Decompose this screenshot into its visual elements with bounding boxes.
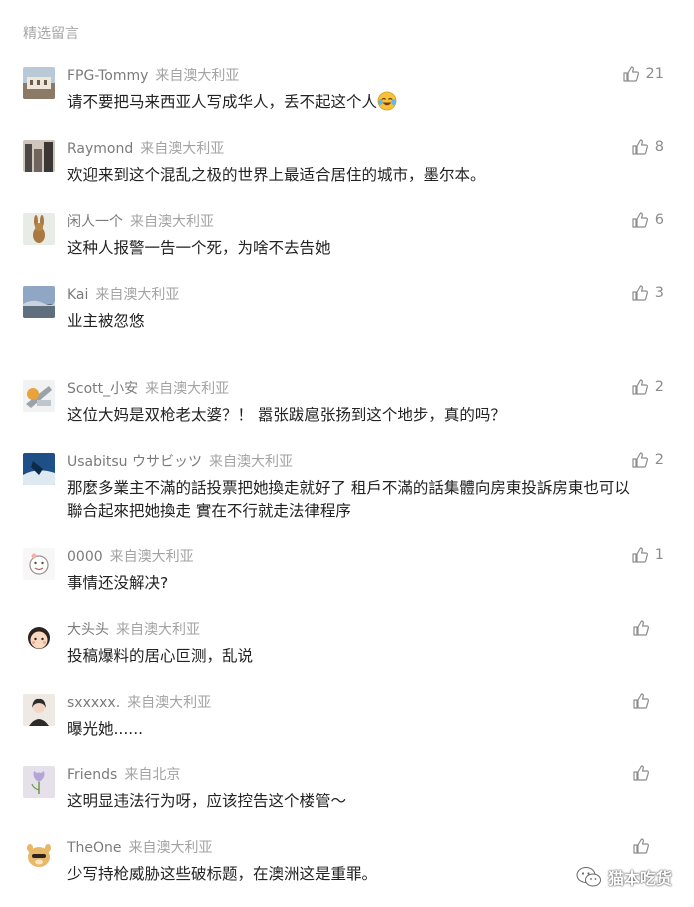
thumbs-up-icon	[633, 693, 649, 709]
region-label: 来自澳大利亚	[140, 141, 225, 157]
comment-text: 这位大妈是双枪老太婆？！ 嚣张跋扈张扬到这个地步，真的吗？	[67, 406, 506, 424]
comment-meta: Scott_小安 来自澳大利亚	[67, 380, 229, 398]
nickname[interactable]: Usabitsu ウサビッツ	[67, 454, 202, 470]
comment-meta: FPG-Tommy 来自澳大利亚	[67, 67, 239, 85]
like-button[interactable]	[632, 692, 664, 710]
comment-text: 欢迎来到这个混乱之极的世界上最适合居住的城市，墨尔本。	[67, 166, 486, 184]
thumbs-up-icon	[632, 212, 648, 228]
thumbs-up-icon	[633, 765, 649, 781]
laughing-crying-emoji-icon	[377, 91, 397, 111]
avatar[interactable]	[23, 140, 55, 172]
avatar[interactable]	[23, 548, 55, 580]
thumbs-up-icon	[633, 838, 649, 854]
region-label: 来自澳大利亚	[130, 214, 214, 230]
comment-text-line: 那麼多業主不滿的話投票把她換走就好了 租戶不滿的話集體向房東投訴房東也可以	[67, 479, 630, 497]
avatar[interactable]	[23, 286, 55, 318]
nickname[interactable]: 闲人一个	[67, 214, 123, 230]
comment-text: 事情还没解决?	[67, 574, 169, 592]
comment-meta: Friends 来自北京	[67, 766, 180, 784]
avatar[interactable]	[23, 380, 55, 412]
like-button[interactable]: 2	[631, 378, 664, 396]
region-label: 来自澳大利亚	[95, 287, 180, 303]
watermark: 猫本吃货	[576, 865, 672, 889]
like-button[interactable]: 6	[631, 211, 664, 229]
like-count: 2	[654, 452, 664, 468]
nickname[interactable]: 0000	[67, 549, 103, 565]
like-button[interactable]: 2	[631, 451, 664, 469]
thumbs-up-icon	[632, 285, 648, 301]
comment-text-content: 请不要把马来西亚人写成华人，丢不起这个人	[67, 93, 378, 111]
nickname[interactable]: TheOne	[67, 840, 122, 856]
thumbs-up-icon	[633, 620, 649, 636]
comment-text: 请不要把马来西亚人写成华人，丢不起这个人	[67, 91, 677, 114]
region-label: 来自澳大利亚	[145, 381, 230, 397]
like-button[interactable]: 8	[631, 138, 664, 156]
comment-meta: Kai 来自澳大利亚	[67, 286, 179, 304]
comment-meta: 闲人一个 来自澳大利亚	[67, 213, 214, 231]
comment-text: 这种人报警一告一个死，为啥不去告她	[67, 239, 331, 257]
thumbs-up-icon	[632, 379, 648, 395]
comment-text: 业主被忽悠	[67, 312, 145, 330]
avatar[interactable]	[23, 213, 55, 245]
section-title: 精选留言	[23, 26, 79, 42]
thumbs-up-icon	[622, 66, 639, 82]
avatar[interactable]	[23, 453, 55, 485]
wechat-icon	[576, 867, 601, 887]
thumbs-up-icon	[632, 139, 648, 155]
like-button[interactable]: 21	[622, 65, 664, 83]
comment-text: 投稿爆料的居心叵测，乱说	[67, 647, 254, 665]
comment-meta: Raymond 来自澳大利亚	[67, 140, 224, 158]
thumbs-up-icon	[632, 452, 648, 468]
comment-meta: TheOne 来自澳大利亚	[67, 839, 213, 857]
nickname[interactable]: Kai	[67, 287, 88, 303]
like-count: 21	[645, 66, 664, 82]
like-button[interactable]: 1	[631, 546, 664, 564]
region-label: 来自澳大利亚	[128, 840, 213, 856]
like-count: 8	[654, 139, 664, 155]
comment-text: 那麼多業主不滿的話投票把她換走就好了 租戶不滿的話集體向房東投訴房東也可以 聯合…	[67, 477, 677, 523]
comment-text-line: 聯合起來把她換走 實在不行就走法律程序	[67, 502, 351, 520]
comment-meta: Usabitsu ウサビッツ 来自澳大利亚	[67, 453, 293, 471]
region-label: 来自澳大利亚	[109, 549, 194, 565]
nickname[interactable]: Friends	[67, 767, 117, 783]
avatar[interactable]	[23, 839, 55, 871]
like-button[interactable]: 3	[631, 284, 664, 302]
comment-text: 这明显违法行为呀，应该控告这个楼管～	[67, 792, 347, 810]
region-label: 来自澳大利亚	[116, 622, 200, 638]
avatar[interactable]	[23, 621, 55, 653]
region-label: 来自北京	[124, 767, 181, 783]
like-button[interactable]	[632, 619, 664, 637]
thumbs-up-icon	[632, 547, 648, 563]
like-count: 2	[654, 379, 664, 395]
avatar[interactable]	[23, 766, 55, 798]
region-label: 来自澳大利亚	[155, 68, 240, 84]
nickname[interactable]: 大头头	[67, 622, 109, 638]
nickname[interactable]: Scott_小安	[67, 381, 138, 397]
nickname[interactable]: FPG-Tommy	[67, 68, 148, 84]
comment-meta: 大头头 来自澳大利亚	[67, 621, 200, 639]
like-count: 3	[654, 285, 664, 301]
nickname[interactable]: Raymond	[67, 141, 133, 157]
comment-text: 曝光她......	[67, 720, 144, 738]
like-count: 6	[654, 212, 664, 228]
region-label: 来自澳大利亚	[127, 695, 212, 711]
region-label: 来自澳大利亚	[209, 454, 294, 470]
avatar[interactable]	[23, 67, 55, 99]
like-button[interactable]	[632, 764, 664, 782]
like-count: 1	[654, 547, 664, 563]
comment-meta: sxxxxx. 来自澳大利亚	[67, 694, 211, 712]
watermark-text: 猫本吃货	[607, 869, 672, 888]
comment-meta: 0000 来自澳大利亚	[67, 548, 194, 566]
nickname[interactable]: sxxxxx.	[67, 695, 120, 711]
avatar[interactable]	[23, 694, 55, 726]
like-button[interactable]	[632, 837, 664, 855]
